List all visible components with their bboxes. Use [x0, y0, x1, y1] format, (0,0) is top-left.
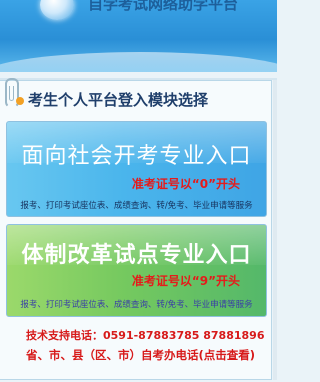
globe-logo-icon — [40, 0, 74, 20]
module-title: 面向社会开考专业入口 — [21, 144, 252, 169]
panel-edge — [273, 80, 277, 380]
module-title: 体制改革试点专业入口 — [21, 243, 252, 268]
support-phone-text: 技术支持电话：0591-87883785 87881896 — [26, 329, 265, 342]
header-wave-decoration — [0, 52, 277, 72]
module-hint: 准考证号以“0”开头 — [131, 177, 240, 191]
module-hint: 准考证号以“9”开头 — [131, 274, 240, 288]
office-phone-link[interactable]: 省、市、县（区、市）自考办电话(点击查看) — [26, 347, 255, 363]
reform-pilot-entry-button[interactable]: 体制改革试点专业入口 准考证号以“9”开头 报考、打印考试座位表、成绩查询、转/… — [6, 224, 267, 317]
bullet-dot-icon — [16, 97, 24, 105]
site-header: 自学考试网络助学平台 — [0, 0, 277, 72]
header-banner-text: 自学考试网络助学平台 — [88, 0, 239, 13]
social-exam-entry-button[interactable]: 面向社会开考专业入口 准考证号以“0”开头 报考、打印考试座位表、成绩查询、转/… — [6, 121, 267, 217]
module-services: 报考、打印考试座位表、成绩查询、转/免考、毕业申请等服务 — [20, 300, 253, 310]
module-services: 报考、打印考试座位表、成绩查询、转/免考、毕业申请等服务 — [20, 201, 253, 211]
page-title: 考生个人平台登入模块选择 — [28, 91, 209, 109]
